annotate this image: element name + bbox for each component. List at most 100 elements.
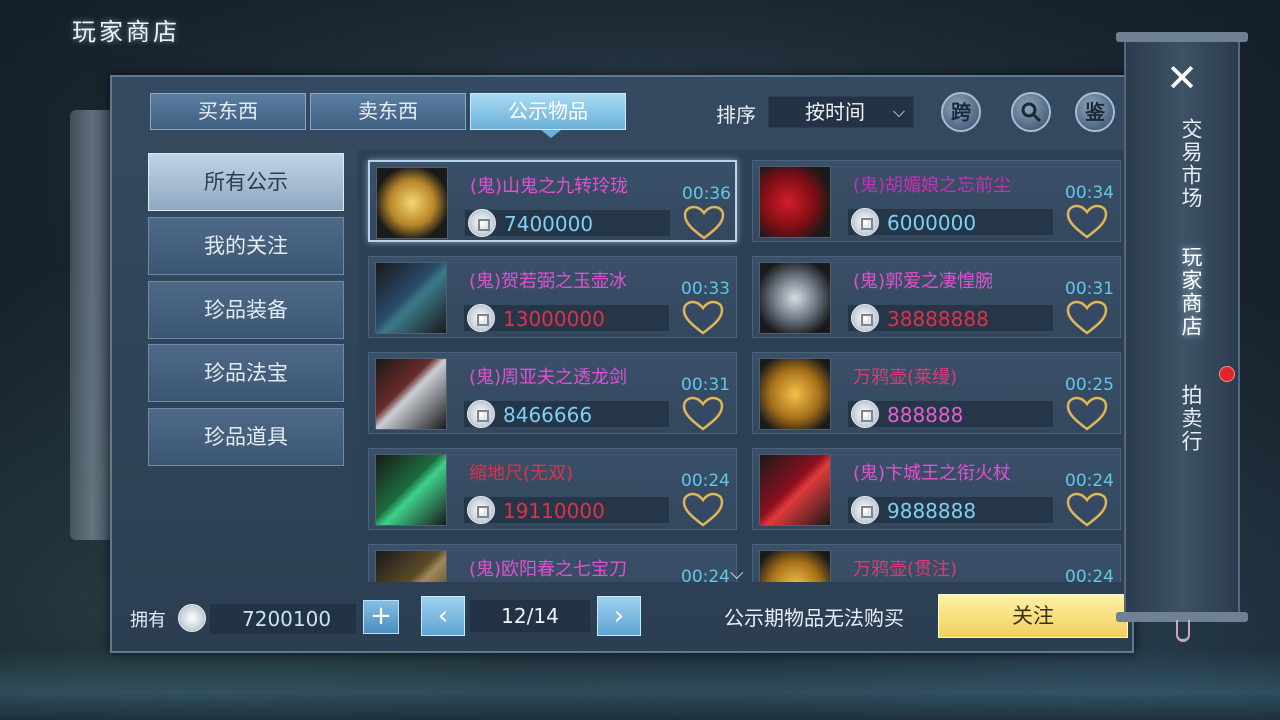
menu-trade-market[interactable]: 交易市场 <box>1160 118 1204 210</box>
chevron-down-icon[interactable]: ⌵ <box>730 563 744 584</box>
cross-server-button[interactable]: 跨 <box>941 92 981 132</box>
jade-ruler-icon <box>375 454 447 526</box>
background-glow <box>0 650 1280 720</box>
item-time: 00:31 <box>681 375 730 395</box>
item-card[interactable]: (鬼)欧阳春之七宝刀 00:24 <box>368 544 737 582</box>
item-card[interactable]: 万鸦壶(莱缦) 888888 00:25 <box>752 352 1121 434</box>
item-price: 888888 <box>887 403 964 427</box>
item-time: 00:25 <box>1065 375 1114 395</box>
item-name: (鬼)山鬼之九转玲珑 <box>470 176 629 197</box>
item-name: (鬼)郭爱之凄惶腕 <box>853 271 994 292</box>
appraise-button[interactable]: 鉴 <box>1075 92 1115 132</box>
coin-icon <box>467 304 495 332</box>
menu-player-shop[interactable]: 玩家商店 <box>1160 246 1204 338</box>
search-button[interactable] <box>1011 92 1051 132</box>
heart-icon[interactable] <box>1065 492 1109 528</box>
golden-pot-icon <box>759 358 831 430</box>
item-card[interactable]: (鬼)胡媚娘之忘前尘 6000000 00:34 <box>752 160 1121 242</box>
sword-icon <box>375 358 447 430</box>
sidebar-item-props[interactable]: 珍品道具 <box>148 408 344 466</box>
heart-icon[interactable] <box>1065 204 1109 240</box>
item-name: 缩地尺(无双) <box>469 463 574 484</box>
item-name: (鬼)卞城王之衔火杖 <box>853 463 1012 484</box>
item-price: 19110000 <box>503 499 605 523</box>
page-title: 玩家商店 <box>72 18 180 46</box>
owned-value: 7200100 <box>242 607 332 631</box>
coin-icon <box>851 208 879 236</box>
scroll-rod-top <box>1116 32 1248 42</box>
coin-icon <box>851 400 879 428</box>
item-name: 万鸦壶(莱缦) <box>853 367 958 388</box>
menu-auction[interactable]: 拍卖行 <box>1160 384 1204 453</box>
tassel-decoration <box>1176 620 1190 642</box>
next-page-button[interactable]: › <box>597 596 641 636</box>
search-icon <box>1021 102 1042 123</box>
coin-icon <box>178 604 206 632</box>
item-name: (鬼)胡媚娘之忘前尘 <box>853 175 1012 196</box>
tab-sell[interactable]: 卖东西 <box>310 93 466 130</box>
item-time: 00:24 <box>1065 471 1114 491</box>
heart-icon[interactable] <box>682 205 726 241</box>
item-time: 00:33 <box>681 279 730 299</box>
item-time: 00:34 <box>1065 183 1114 203</box>
coin-icon <box>851 304 879 332</box>
prev-page-button[interactable]: ‹ <box>421 596 465 636</box>
tab-pointer <box>541 130 561 138</box>
item-price: 8466666 <box>503 403 593 427</box>
item-time: 00:24 <box>1065 567 1114 582</box>
item-card[interactable]: (鬼)山鬼之九转玲珑 7400000 00:36 <box>368 160 737 242</box>
page-indicator: 12/14 <box>470 600 590 632</box>
scroll-decoration <box>70 110 114 540</box>
sidebar-item-all[interactable]: 所有公示 <box>148 153 344 211</box>
sidebar-item-equipment[interactable]: 珍品装备 <box>148 281 344 339</box>
notification-dot <box>1219 366 1235 382</box>
item-price: 6000000 <box>887 211 977 235</box>
item-name: (鬼)周亚夫之透龙剑 <box>469 367 628 388</box>
item-card[interactable]: (鬼)卞城王之衔火杖 9888888 00:24 <box>752 448 1121 530</box>
item-name: 万鸦壶(贯注) <box>853 559 958 580</box>
tab-buy[interactable]: 买东西 <box>150 93 306 130</box>
item-card[interactable]: (鬼)郭爱之凄惶腕 38888888 00:31 <box>752 256 1121 338</box>
sort-value: 按时间 <box>805 100 865 124</box>
coin-icon <box>851 496 879 524</box>
sort-dropdown[interactable]: 按时间 ⌵ <box>768 96 914 128</box>
item-time: 00:24 <box>681 471 730 491</box>
sidebar-item-following[interactable]: 我的关注 <box>148 217 344 275</box>
heart-icon[interactable] <box>681 300 725 336</box>
owned-label: 拥有 <box>130 610 166 631</box>
item-price: 38888888 <box>887 307 989 331</box>
coin-icon <box>467 400 495 428</box>
bracer-icon <box>759 262 831 334</box>
coin-icon <box>467 496 495 524</box>
tab-public-items[interactable]: 公示物品 <box>470 93 626 130</box>
close-button[interactable]: ✕ <box>1160 56 1204 100</box>
item-time: 00:31 <box>1065 279 1114 299</box>
item-price: 9888888 <box>887 499 977 523</box>
sidebar-item-artifacts[interactable]: 珍品法宝 <box>148 344 344 402</box>
red-fan-icon <box>759 166 831 238</box>
item-name: (鬼)欧阳春之七宝刀 <box>469 559 628 580</box>
golden-orb-icon <box>376 167 448 239</box>
notice-text: 公示期物品无法购买 <box>724 606 904 630</box>
item-name: (鬼)贺若弼之玉壶冰 <box>469 271 628 292</box>
chevron-down-icon: ⌵ <box>892 102 905 121</box>
fire-staff-icon <box>759 454 831 526</box>
add-currency-button[interactable]: + <box>363 600 399 634</box>
heart-icon[interactable] <box>681 492 725 528</box>
heart-icon[interactable] <box>1065 300 1109 336</box>
item-price: 13000000 <box>503 307 605 331</box>
coin-icon <box>468 209 496 237</box>
item-card[interactable]: 缩地尺(无双) 19110000 00:24 <box>368 448 737 530</box>
item-card[interactable]: (鬼)周亚夫之透龙剑 8466666 00:31 <box>368 352 737 434</box>
item-card[interactable]: 万鸦壶(贯注) 00:24 <box>752 544 1121 582</box>
item-card[interactable]: (鬼)贺若弼之玉壶冰 13000000 00:33 <box>368 256 737 338</box>
item-list: (鬼)山鬼之九转玲珑 7400000 00:36 (鬼)胡媚娘之忘前尘 6000000 0… <box>358 150 1130 582</box>
follow-button[interactable]: 关注 <box>938 594 1128 638</box>
item-price: 7400000 <box>504 212 594 236</box>
sort-label: 排序 <box>716 103 756 127</box>
item-time: 00:36 <box>682 184 731 204</box>
jade-whip-icon <box>375 262 447 334</box>
golden-pot-icon <box>759 550 831 582</box>
heart-icon[interactable] <box>1065 396 1109 432</box>
heart-icon[interactable] <box>681 396 725 432</box>
